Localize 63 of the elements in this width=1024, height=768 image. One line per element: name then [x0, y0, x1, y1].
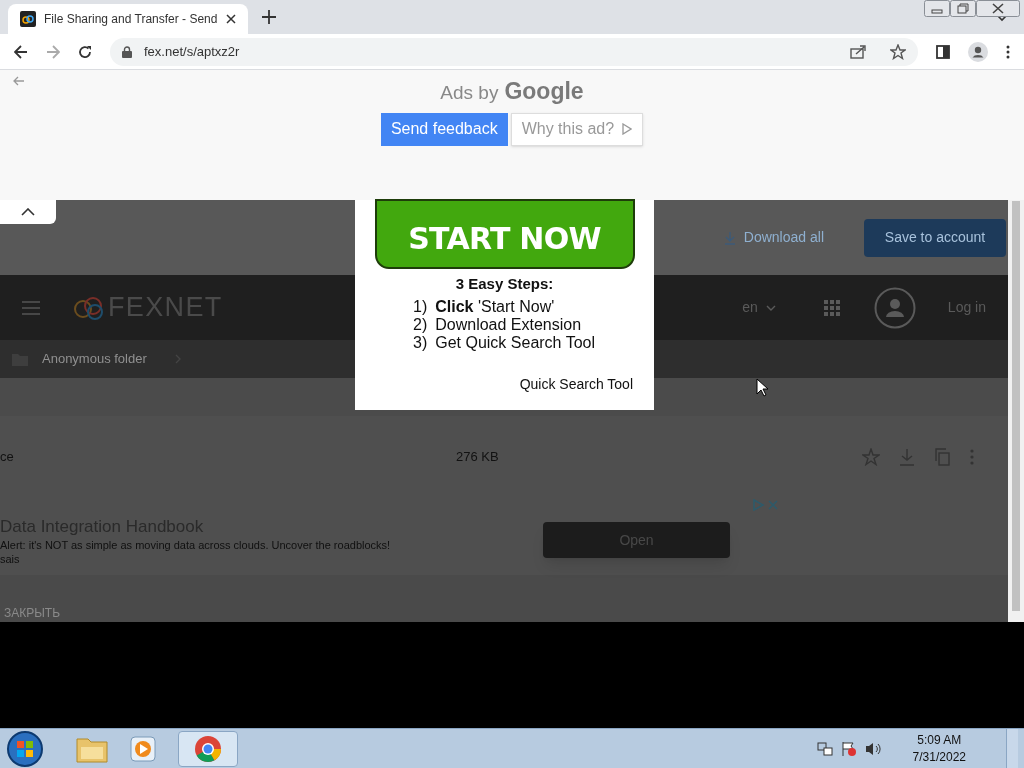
minimize-icon[interactable] [924, 0, 950, 17]
start-now-button[interactable]: START NOW [374, 199, 635, 269]
clock-time: 5:09 AM [917, 731, 962, 749]
tab-title: File Sharing and Transfer - Send [44, 11, 218, 28]
media-player-icon[interactable] [130, 735, 156, 762]
chevron-down-icon [765, 304, 776, 311]
browser-tab[interactable]: File Sharing and Transfer - Send [8, 4, 248, 34]
step-number: 3) [413, 333, 428, 352]
ad-text: Alert: it's NOT as simple as moving data across clouds. Uncover the roadblocks! [0, 538, 391, 553]
apps-grid-icon[interactable] [823, 299, 840, 316]
download-icon [723, 230, 736, 245]
send-feedback-button[interactable]: Send feedback [380, 112, 508, 146]
start-button-icon[interactable] [6, 729, 44, 768]
close-icon[interactable] [226, 14, 236, 24]
step-number: 1) [413, 297, 428, 316]
login-link[interactable]: Log in [947, 297, 986, 318]
back-icon[interactable] [14, 44, 28, 59]
play-icon [622, 123, 633, 135]
quick-search-link[interactable]: Quick Search Tool [519, 373, 633, 395]
share-icon[interactable] [850, 44, 866, 59]
step-text: Get Quick Search Tool [435, 333, 595, 352]
google-wordmark: Google [504, 77, 584, 106]
why-this-ad-button[interactable]: Why this ad? [510, 112, 644, 146]
chevron-up-icon [21, 208, 35, 216]
lock-icon [122, 45, 132, 58]
file-name: ce [0, 448, 14, 467]
star-icon[interactable] [890, 43, 906, 60]
url-text: fex.net/s/aptxz2r [144, 42, 240, 61]
file-size: 276 KB [456, 448, 499, 467]
star-icon[interactable] [862, 448, 880, 466]
forward-icon[interactable] [46, 44, 60, 59]
save-to-account-button[interactable]: Save to account [864, 218, 1006, 257]
cursor-icon [756, 378, 768, 397]
volume-icon[interactable] [864, 740, 881, 757]
close-ad-button[interactable]: ЗАКРЫТЬ [4, 604, 61, 622]
cloud-logo-icon [72, 294, 106, 321]
new-tab-icon[interactable] [262, 10, 276, 24]
action-center-icon[interactable] [840, 740, 857, 757]
restore-icon[interactable] [950, 0, 976, 17]
site-icon [20, 11, 36, 27]
scrollbar[interactable] [1008, 200, 1024, 622]
download-all-button[interactable]: Download all [723, 227, 824, 248]
steps-heading: 3 Easy Steps: [455, 274, 554, 294]
address-bar[interactable]: fex.net/s/aptxz2r [110, 37, 918, 66]
network-icon[interactable] [816, 740, 833, 757]
language-selector[interactable]: en [742, 297, 776, 318]
step-number: 2) [413, 315, 428, 334]
ads-by-label: Ads by [440, 81, 499, 105]
step-text: Click 'Start Now' [435, 297, 555, 316]
chrome-taskbar-button[interactable] [178, 730, 238, 767]
menu-icon[interactable] [1006, 44, 1010, 59]
avatar-icon[interactable] [873, 286, 916, 329]
ad-text-continued: sais [0, 552, 20, 567]
step-text: Download Extension [435, 315, 582, 334]
clock-date: 7/31/2022 [912, 748, 966, 766]
profile-icon[interactable] [968, 41, 988, 62]
side-panel-icon[interactable] [936, 44, 950, 59]
browser-icon [194, 734, 222, 763]
breadcrumb-item[interactable]: Anonymous folder [42, 349, 147, 369]
collapse-ad-button[interactable] [0, 200, 56, 224]
back-arrow-icon[interactable] [13, 76, 25, 86]
close-window-icon[interactable] [976, 0, 1020, 17]
reload-icon[interactable] [78, 44, 92, 59]
